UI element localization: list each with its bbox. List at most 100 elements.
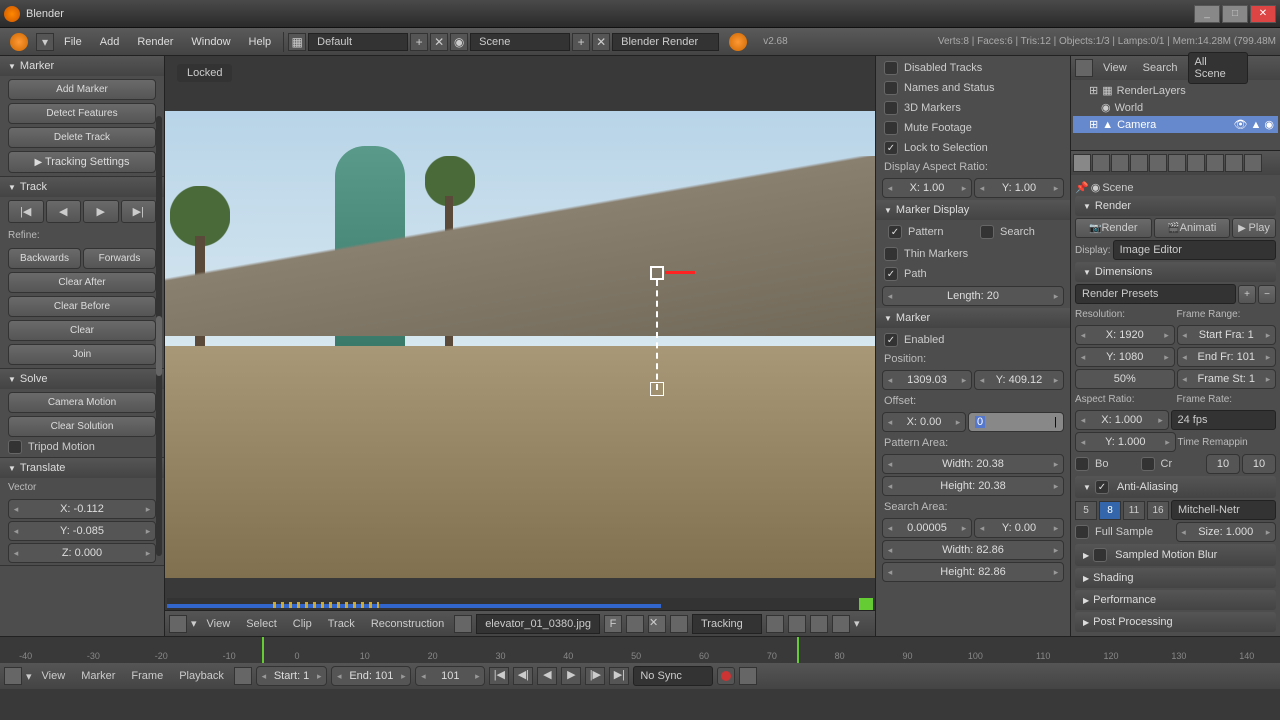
- menu-help[interactable]: Help: [241, 32, 280, 52]
- track-back-button[interactable]: ◀: [46, 200, 82, 223]
- jump-start-button[interactable]: |◀: [489, 667, 509, 685]
- end-frame-field[interactable]: ◂End Fr: 101▸: [1177, 347, 1277, 367]
- layout-remove-button[interactable]: ✕: [430, 33, 448, 51]
- editor-dropdown-icon[interactable]: ▾: [36, 33, 54, 51]
- render-animation-button[interactable]: 🎬Animati: [1154, 218, 1231, 238]
- clip-filename-field[interactable]: elevator_01_0380.jpg: [476, 614, 600, 634]
- marker-search-box[interactable]: [650, 382, 664, 396]
- start-frame-field[interactable]: ◂Start Fra: 1▸: [1177, 325, 1277, 345]
- scene-remove-button[interactable]: ✕: [592, 33, 610, 51]
- aa-16-button[interactable]: 16: [1147, 501, 1169, 520]
- render-engine-dropdown[interactable]: Blender Render: [612, 33, 719, 51]
- scene-icon[interactable]: ◉: [450, 33, 468, 51]
- display-mode-dropdown[interactable]: Image Editor: [1113, 240, 1276, 260]
- crop-checkbox[interactable]: [1141, 457, 1155, 471]
- tripod-motion-checkbox[interactable]: [8, 440, 22, 454]
- aspect-x-field[interactable]: ◂X: 1.000▸: [1075, 410, 1169, 430]
- menu-window[interactable]: Window: [183, 32, 238, 52]
- outliner-view-menu[interactable]: View: [1097, 59, 1133, 77]
- render-image-button[interactable]: 📷Render: [1075, 218, 1152, 238]
- timeline-menu-marker[interactable]: Marker: [75, 667, 121, 685]
- clip-menu-clip[interactable]: Clip: [287, 615, 318, 633]
- marker-handle-icon[interactable]: [665, 271, 695, 274]
- layout-dropdown[interactable]: Default: [308, 33, 408, 51]
- aa-5-button[interactable]: 5: [1075, 501, 1097, 520]
- menu-render[interactable]: Render: [129, 32, 181, 52]
- clip-editor-viewport[interactable]: Locked ▾ View Select Clip Track Reconstr…: [165, 56, 875, 636]
- post-processing-header[interactable]: Post Processing: [1075, 612, 1276, 632]
- prop-tab-constraints[interactable]: [1168, 154, 1186, 172]
- editor-type-icon[interactable]: [10, 33, 28, 51]
- clip-menu-track[interactable]: Track: [322, 615, 361, 633]
- aa-filter-dropdown[interactable]: Mitchell-Netr: [1171, 500, 1276, 520]
- render-section-header[interactable]: Render: [1075, 196, 1276, 216]
- marker-panel-header[interactable]: Marker: [876, 308, 1070, 328]
- clip-menu-view[interactable]: View: [201, 615, 237, 633]
- translate-section-header[interactable]: Translate: [0, 458, 164, 478]
- pattern-width-field[interactable]: ◂Width: 20.38▸: [882, 454, 1064, 474]
- search-y-field[interactable]: ◂Y: 0.00▸: [974, 518, 1064, 538]
- pattern-checkbox[interactable]: [888, 225, 902, 239]
- sync-dropdown[interactable]: No Sync: [633, 666, 713, 686]
- offset-y-editing-field[interactable]: 0|: [968, 412, 1064, 432]
- preset-add-button[interactable]: +: [1238, 285, 1256, 304]
- position-x-field[interactable]: ◂1309.03▸: [882, 370, 972, 390]
- playhead-icon[interactable]: [797, 637, 799, 663]
- outliner-item-camera[interactable]: ⊞▲Camera👁 ▲ ◉: [1073, 116, 1278, 133]
- keyframe-prev-button[interactable]: ◀|: [513, 667, 533, 685]
- aspect-y-field[interactable]: ◂Y: 1.000▸: [1075, 432, 1176, 452]
- keyframe-next-button[interactable]: |▶: [585, 667, 605, 685]
- timeline-menu-frame[interactable]: Frame: [125, 667, 169, 685]
- clip-unlink-button[interactable]: ✕: [648, 615, 666, 633]
- clip-fake-user-button[interactable]: F: [604, 615, 622, 633]
- refine-forwards-button[interactable]: Forwards: [83, 248, 156, 269]
- refine-backwards-button[interactable]: Backwards: [8, 248, 81, 269]
- detect-features-button[interactable]: Detect Features: [8, 103, 156, 124]
- clip-mode-dropdown[interactable]: Tracking: [692, 614, 762, 634]
- path-checkbox[interactable]: [884, 267, 898, 281]
- prop-tab-data[interactable]: [1187, 154, 1205, 172]
- path-length-field[interactable]: ◂Length: 20▸: [882, 286, 1064, 306]
- search-height-field[interactable]: ◂Height: 82.86▸: [882, 562, 1064, 582]
- clip-tool-2[interactable]: [788, 615, 806, 633]
- delete-track-button[interactable]: Delete Track: [8, 127, 156, 148]
- maximize-button[interactable]: □: [1222, 5, 1248, 23]
- outliner-editor-icon[interactable]: [1075, 59, 1093, 77]
- dimensions-section-header[interactable]: Dimensions: [1075, 262, 1276, 282]
- resolution-x-field[interactable]: ◂X: 1920▸: [1075, 325, 1175, 345]
- jump-end-button[interactable]: ▶|: [609, 667, 629, 685]
- fps-dropdown[interactable]: 24 fps: [1171, 410, 1277, 430]
- clip-menu-reconstruction[interactable]: Reconstruction: [365, 615, 450, 633]
- aa-enable-checkbox[interactable]: [1095, 480, 1109, 494]
- search-width-field[interactable]: ◂Width: 82.86▸: [882, 540, 1064, 560]
- prop-tab-scene[interactable]: [1111, 154, 1129, 172]
- prop-tab-material[interactable]: [1206, 154, 1224, 172]
- 3d-markers-checkbox[interactable]: [884, 101, 898, 115]
- clip-mode-icon[interactable]: [670, 615, 688, 633]
- performance-header[interactable]: Performance: [1075, 590, 1276, 610]
- marker-section-header[interactable]: Marker: [0, 56, 164, 76]
- motion-blur-checkbox[interactable]: [1093, 548, 1107, 562]
- lock-selection-checkbox[interactable]: [884, 141, 898, 155]
- timeline-range-icon[interactable]: [234, 667, 252, 685]
- prop-tab-render[interactable]: [1073, 154, 1091, 172]
- vector-x-field[interactable]: ◂X: -0.112▸: [8, 499, 156, 519]
- keying-set-icon[interactable]: [739, 667, 757, 685]
- mute-footage-checkbox[interactable]: [884, 121, 898, 135]
- marker-display-header[interactable]: Marker Display: [876, 200, 1070, 220]
- menu-add[interactable]: Add: [92, 32, 128, 52]
- marker-enabled-checkbox[interactable]: [884, 333, 898, 347]
- outliner-item-world[interactable]: ◉World: [1073, 99, 1278, 116]
- shading-header[interactable]: Shading: [1075, 568, 1276, 588]
- tracking-marker[interactable]: [650, 266, 664, 280]
- vector-z-field[interactable]: ◂Z: 0.000▸: [8, 543, 156, 563]
- scene-breadcrumb[interactable]: Scene: [1102, 182, 1133, 194]
- track-fwd-all-button[interactable]: ▶|: [121, 200, 157, 223]
- track-back-all-button[interactable]: |◀: [8, 200, 44, 223]
- clip-timeline-strip[interactable]: [167, 598, 873, 610]
- aspect-y-field[interactable]: ◂Y: 1.00▸: [974, 178, 1064, 198]
- clip-tool-3[interactable]: [810, 615, 828, 633]
- clip-tool-1[interactable]: [766, 615, 784, 633]
- clear-solution-button[interactable]: Clear Solution: [8, 416, 156, 437]
- minimize-button[interactable]: _: [1194, 5, 1220, 23]
